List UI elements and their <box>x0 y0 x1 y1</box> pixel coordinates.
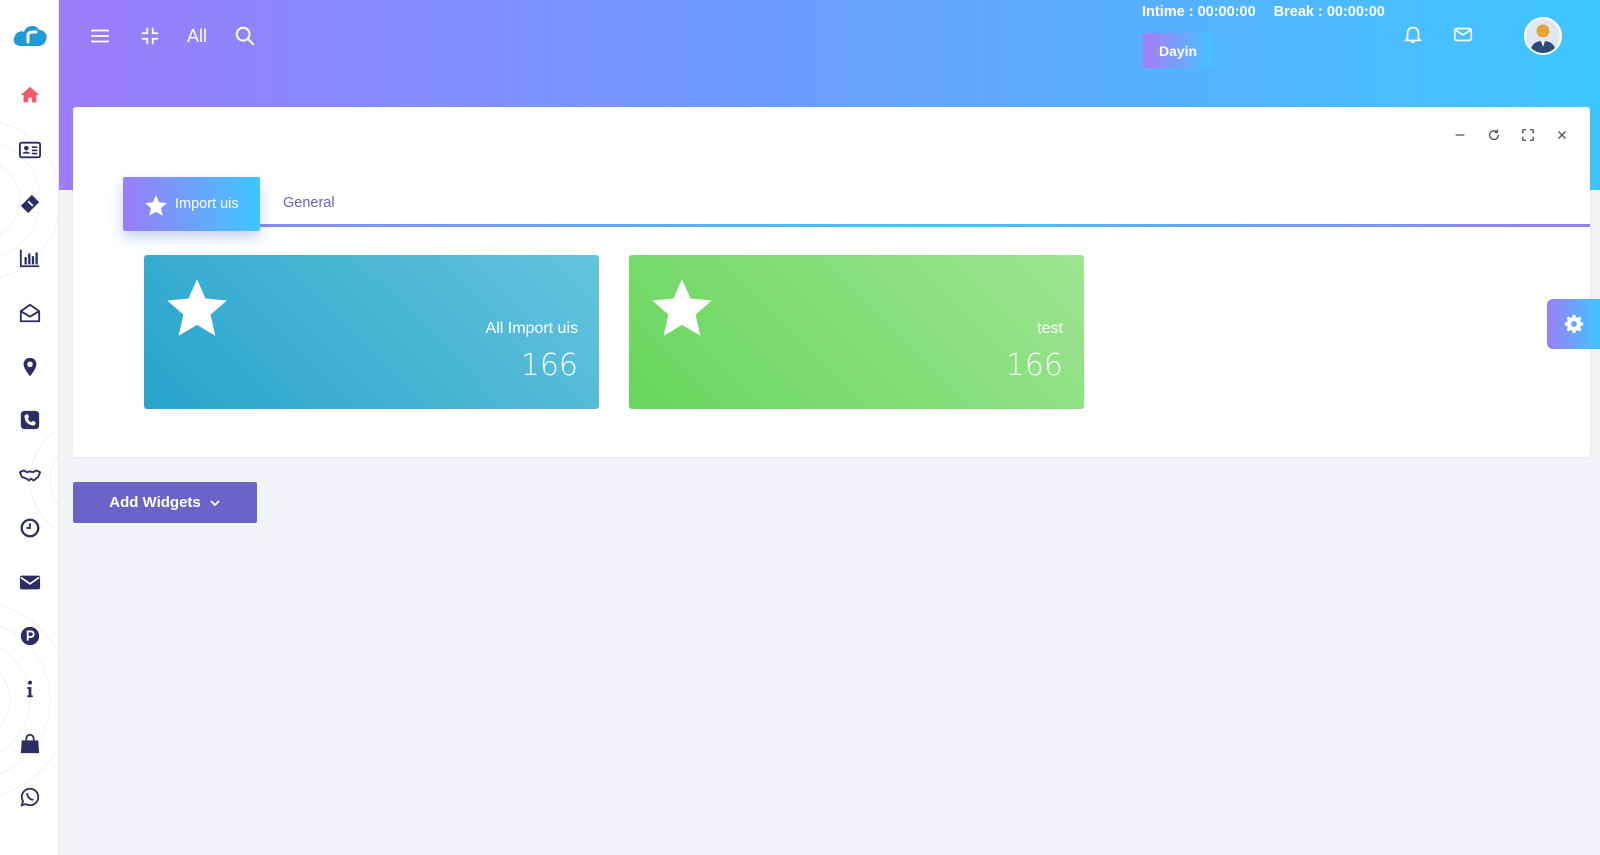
parking-icon <box>20 626 39 646</box>
star-icon <box>167 279 227 336</box>
bell-icon <box>1404 26 1422 44</box>
phone-icon <box>20 410 39 430</box>
minus-icon <box>1455 134 1465 136</box>
stat-label: All Import uis <box>485 320 578 337</box>
notifications-button[interactable] <box>1402 20 1424 48</box>
search-icon <box>235 26 255 46</box>
avatar-person-icon <box>1526 19 1560 53</box>
minimize-button[interactable] <box>1452 127 1468 143</box>
whatsapp-icon <box>19 787 39 807</box>
sidebar-item-inbox[interactable] <box>0 293 58 333</box>
star-icon <box>145 194 167 216</box>
intime-value: Intime : 00:00:00 <box>1142 4 1256 20</box>
stat-card-all-import-uis[interactable]: All Import uis 166 <box>144 255 599 409</box>
messages-button[interactable] <box>1452 20 1474 48</box>
refresh-button[interactable] <box>1486 127 1502 143</box>
ticket-icon <box>20 194 39 214</box>
home-icon <box>20 86 39 103</box>
sidebar-item-parking[interactable] <box>0 616 58 656</box>
search-button[interactable] <box>234 22 256 50</box>
id-card-icon <box>18 141 41 159</box>
sidebar-item-whatsapp[interactable] <box>0 777 58 817</box>
app-logo-icon[interactable] <box>11 20 49 50</box>
hamburger-icon <box>90 29 110 43</box>
sidebar-item-info[interactable] <box>0 669 58 709</box>
envelope-icon <box>1453 27 1473 42</box>
widget-tabs: Import uis General <box>123 177 1590 231</box>
settings-panel-toggle[interactable] <box>1547 299 1600 349</box>
close-button[interactable] <box>1554 127 1570 143</box>
refresh-icon <box>1488 129 1500 141</box>
filter-all-button[interactable]: All <box>187 22 207 50</box>
chevron-down-icon <box>210 499 220 506</box>
sidebar-item-calls[interactable] <box>0 400 58 440</box>
clock-icon <box>20 518 39 538</box>
break-value: Break : 00:00:00 <box>1273 4 1385 20</box>
shopping-bag-icon <box>20 733 39 754</box>
tab-label: Import uis <box>175 196 239 212</box>
add-widgets-label: Add Widgets <box>109 494 201 511</box>
user-avatar[interactable] <box>1524 17 1562 55</box>
user-status-chip[interactable]: Dayin <box>1143 33 1213 68</box>
sidebar-item-deals[interactable] <box>0 455 58 495</box>
fullscreen-button[interactable] <box>1520 127 1536 143</box>
time-tracker: Intime : 00:00:00 Break : 00:00:00 <box>1142 4 1385 20</box>
stat-card-test[interactable]: test 166 <box>629 255 1084 409</box>
stat-value: 166 <box>1005 348 1063 383</box>
star-icon <box>652 279 712 336</box>
sidebar-item-contacts[interactable] <box>0 130 58 170</box>
expand-icon <box>1522 129 1534 141</box>
menu-toggle-button[interactable] <box>89 22 111 50</box>
compress-icon <box>141 27 159 45</box>
mail-icon <box>19 575 40 590</box>
sidebar-item-mail[interactable] <box>0 562 58 602</box>
sidebar-item-shop[interactable] <box>0 724 58 764</box>
map-pin-icon <box>23 357 36 377</box>
add-widgets-button[interactable]: Add Widgets <box>73 482 257 523</box>
stat-value: 166 <box>520 348 578 383</box>
info-icon <box>26 680 33 698</box>
sidebar-item-home[interactable] <box>0 75 58 115</box>
bar-chart-icon <box>19 249 39 268</box>
close-icon <box>1558 131 1566 139</box>
sidebar-item-tickets[interactable] <box>0 184 58 224</box>
tab-general[interactable]: General <box>283 195 335 211</box>
stat-label: test <box>1037 320 1063 337</box>
dashboard-widget-card: Import uis General All Import uis 166 te… <box>73 107 1590 457</box>
gear-icon <box>1564 314 1583 334</box>
handshake-icon <box>18 469 41 482</box>
sidebar-item-reports[interactable] <box>0 238 58 278</box>
sidebar-item-locations[interactable] <box>0 347 58 387</box>
envelope-open-icon <box>19 303 40 323</box>
sidebar-item-attendance[interactable] <box>0 508 58 548</box>
card-toolbar <box>1452 127 1570 143</box>
tab-import-uis[interactable]: Import uis <box>123 177 260 231</box>
collapse-screen-button[interactable] <box>139 22 161 50</box>
sidebar <box>0 0 59 855</box>
